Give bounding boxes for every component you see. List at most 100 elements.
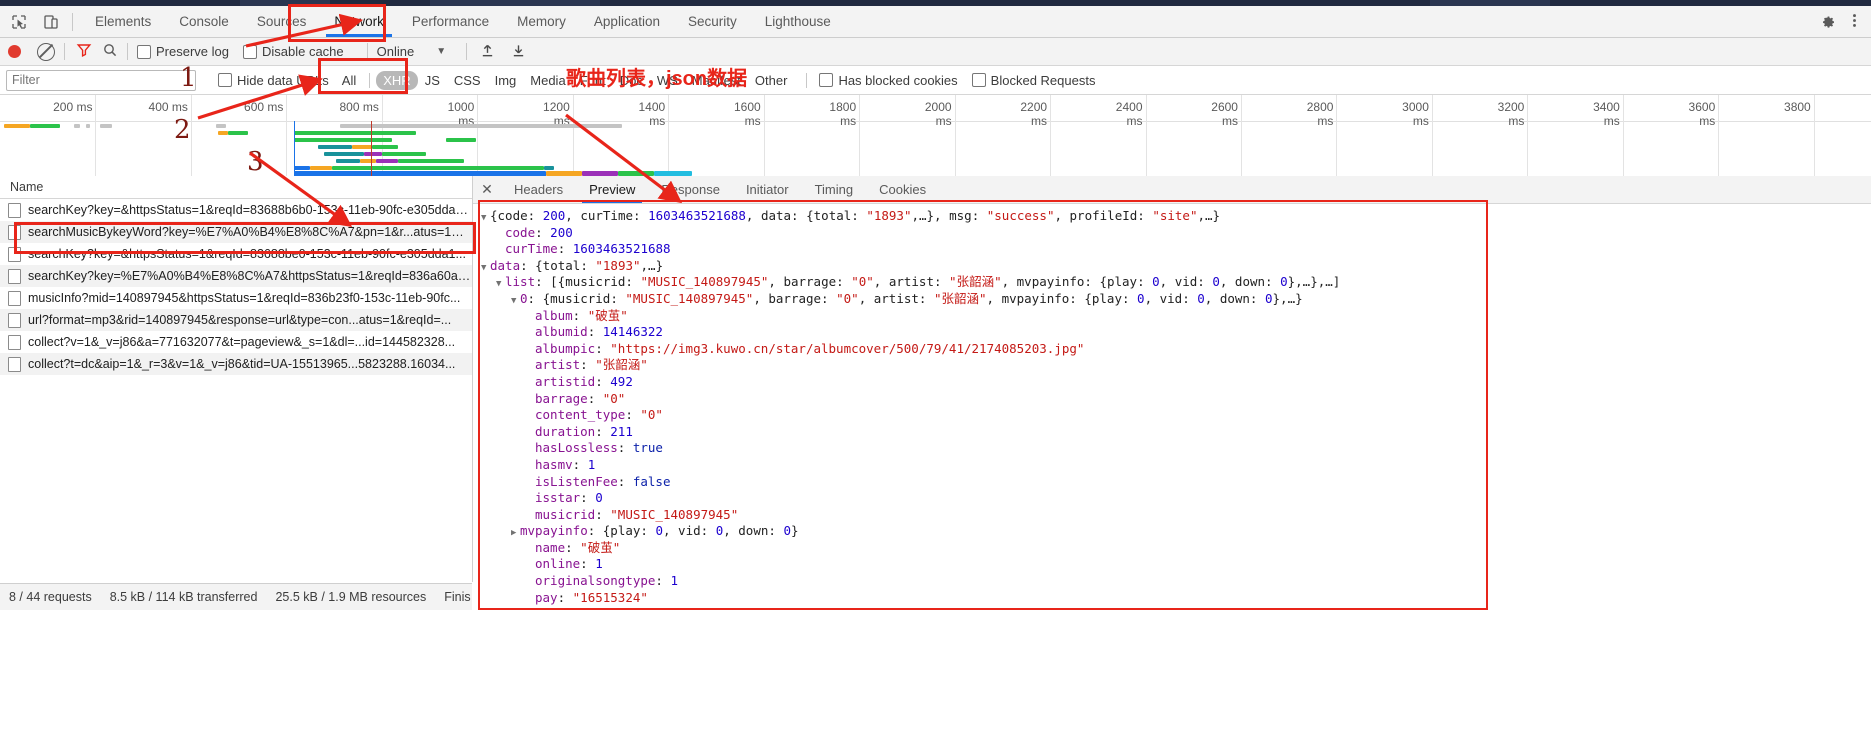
json-line[interactable]: ▶ mvpayinfo: {play: 0, vid: 0, down: 0} xyxy=(473,523,1871,540)
chevron-down-icon[interactable]: ▼ xyxy=(481,210,490,227)
filter-type-ws[interactable]: WS xyxy=(650,71,685,90)
tab-preview[interactable]: Preview xyxy=(576,176,648,203)
blocked-cookies-checkbox[interactable] xyxy=(819,73,834,87)
import-har-icon[interactable] xyxy=(480,43,495,61)
filter-input[interactable] xyxy=(6,69,196,91)
tab-performance[interactable]: Performance xyxy=(398,6,503,37)
record-icon[interactable] xyxy=(8,45,21,58)
filter-type-xhr[interactable]: XHR xyxy=(376,70,418,90)
json-line[interactable]: album: "破茧" xyxy=(473,308,1871,325)
json-line[interactable]: isstar: 0 xyxy=(473,490,1871,507)
tab-console[interactable]: Console xyxy=(165,6,243,37)
filter-type-css[interactable]: CSS xyxy=(447,71,488,90)
chevron-down-icon[interactable]: ▼ xyxy=(481,260,490,277)
json-line[interactable]: hasLossless: true xyxy=(473,440,1871,457)
request-row[interactable]: searchMusicBykeyWord?key=%E7%A0%B4%E8%8C… xyxy=(0,221,472,243)
filter-type-img[interactable]: Img xyxy=(488,71,524,90)
request-row[interactable]: searchKey?key=&httpsStatus=1&reqId=83688… xyxy=(0,243,472,265)
clear-icon[interactable] xyxy=(37,42,55,61)
preview-json-tree[interactable]: ▼ {code: 200, curTime: 1603463521688, dat… xyxy=(473,204,1871,733)
filter-type-all[interactable]: All xyxy=(335,71,363,90)
disable-cache-label[interactable]: Disable cache xyxy=(262,44,344,59)
hide-data-urls-label[interactable]: Hide data URLs xyxy=(237,73,329,88)
json-line[interactable]: code: 200 xyxy=(473,225,1871,242)
chevron-down-icon[interactable]: ▼ xyxy=(511,293,520,310)
hide-data-urls-checkbox[interactable] xyxy=(218,73,232,87)
json-line[interactable]: albumid: 14146322 xyxy=(473,324,1871,341)
request-row[interactable]: url?format=mp3&rid=140897945&response=ur… xyxy=(0,309,472,331)
json-line[interactable]: name: "破茧" xyxy=(473,540,1871,557)
json-token-num: 1 xyxy=(670,573,679,589)
gear-icon[interactable] xyxy=(1819,12,1836,32)
json-line[interactable]: hasmv: 1 xyxy=(473,457,1871,474)
request-row[interactable]: musicInfo?mid=140897945&httpsStatus=1&re… xyxy=(0,287,472,309)
filter-type-doc[interactable]: Doc xyxy=(613,71,650,90)
tab-headers[interactable]: Headers xyxy=(501,176,576,203)
network-overview[interactable]: 200 ms 400 ms 600 ms 800 ms 1000 ms 1200 ms 14… xyxy=(0,95,1871,177)
filter-type-media[interactable]: Media xyxy=(523,71,572,90)
json-token-plain: , curTime: xyxy=(565,208,649,223)
request-list-pane[interactable]: Name searchKey?key=&httpsStatus=1&reqId=… xyxy=(0,176,473,582)
tab-timing[interactable]: Timing xyxy=(802,176,867,203)
json-line[interactable]: duration: 211 xyxy=(473,424,1871,441)
blocked-requests-checkbox[interactable] xyxy=(971,73,986,87)
json-line[interactable]: artistid: 492 xyxy=(473,374,1871,391)
json-line[interactable]: artist: "张韶涵" xyxy=(473,357,1871,374)
json-line[interactable]: isListenFee: false xyxy=(473,474,1871,491)
json-line[interactable]: curTime: 1603463521688 xyxy=(473,241,1871,258)
filter-type-js[interactable]: JS xyxy=(418,71,447,90)
json-line[interactable]: ▼ data: {total: "1893",…} xyxy=(473,258,1871,275)
json-line[interactable]: ▼ {code: 200, curTime: 1603463521688, dat… xyxy=(473,208,1871,225)
search-icon[interactable] xyxy=(102,42,118,61)
filter-type-font[interactable]: Font xyxy=(573,71,613,90)
disable-cache-checkbox[interactable] xyxy=(242,44,257,59)
tab-response[interactable]: Response xyxy=(648,176,733,203)
filter-funnel-icon[interactable] xyxy=(76,42,92,61)
filter-type-manifest[interactable]: Manifest xyxy=(685,71,748,90)
tab-cookies[interactable]: Cookies xyxy=(866,176,939,203)
blocked-cookies-label[interactable]: Has blocked cookies xyxy=(838,73,957,88)
json-line[interactable]: albumpic: "https://img3.kuwo.cn/star/alb… xyxy=(473,341,1871,358)
throttle-select[interactable]: Online xyxy=(377,44,415,59)
json-line[interactable]: content_type: "0" xyxy=(473,407,1871,424)
tab-initiator[interactable]: Initiator xyxy=(733,176,802,203)
tab-lighthouse[interactable]: Lighthouse xyxy=(751,6,845,37)
filter-type-other[interactable]: Other xyxy=(748,71,795,90)
preserve-log-checkbox[interactable] xyxy=(137,44,151,59)
chevron-down-icon[interactable]: ▼ xyxy=(496,276,505,293)
preserve-log-label[interactable]: Preserve log xyxy=(156,44,229,59)
tab-network[interactable]: Network xyxy=(320,6,398,37)
inspect-element-icon[interactable] xyxy=(6,9,32,35)
json-token-plain: : xyxy=(565,539,581,555)
json-token-num: 200 xyxy=(542,208,566,223)
json-line[interactable]: originalsongtype: 1 xyxy=(473,573,1871,590)
json-line[interactable]: barrage: "0" xyxy=(473,391,1871,408)
more-options-icon[interactable] xyxy=(1846,12,1863,32)
tab-sources[interactable]: Sources xyxy=(243,6,321,37)
waterfall-bar xyxy=(100,124,112,128)
blocked-requests-label[interactable]: Blocked Requests xyxy=(991,73,1096,88)
json-token-plain: , down: xyxy=(1204,290,1265,306)
json-token-k: duration xyxy=(535,423,596,439)
tab-elements[interactable]: Elements xyxy=(81,6,165,37)
json-line[interactable]: musicrid: "MUSIC_140897945" xyxy=(473,507,1871,524)
json-token-num: 1603463521688 xyxy=(648,208,746,223)
tab-application[interactable]: Application xyxy=(580,6,674,37)
waterfall-bar xyxy=(382,152,426,156)
request-row[interactable]: collect?t=dc&aip=1&_r=3&v=1&_v=j86&tid=U… xyxy=(0,353,472,375)
device-toolbar-icon[interactable] xyxy=(38,9,64,35)
tab-security[interactable]: Security xyxy=(674,6,751,37)
tab-memory[interactable]: Memory xyxy=(503,6,580,37)
json-line[interactable]: pay: "16515324" xyxy=(473,590,1871,607)
request-row[interactable]: searchKey?key=&httpsStatus=1&reqId=83688… xyxy=(0,199,472,221)
request-row[interactable]: searchKey?key=%E7%A0%B4%E8%8C%A7&httpsSt… xyxy=(0,265,472,287)
json-token-plain: : xyxy=(595,423,611,439)
json-line[interactable]: online: 1 xyxy=(473,556,1871,573)
chevron-right-icon[interactable]: ▶ xyxy=(511,525,520,542)
json-line[interactable]: ▼ list: [{musicrid: "MUSIC_140897945", ba… xyxy=(473,274,1871,291)
request-row[interactable]: collect?v=1&_v=j86&a=771632077&t=pagevie… xyxy=(0,331,472,353)
chevron-down-icon[interactable]: ▼ xyxy=(436,46,446,57)
json-line[interactable]: ▼ 0: {musicrid: "MUSIC_140897945", barrag… xyxy=(473,291,1871,308)
export-har-icon[interactable] xyxy=(511,43,526,61)
close-icon[interactable]: ✕ xyxy=(473,176,501,203)
